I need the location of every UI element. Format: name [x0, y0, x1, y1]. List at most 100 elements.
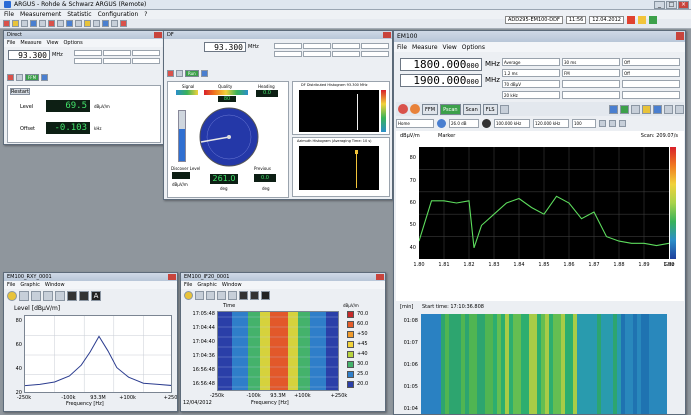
menu-measurement[interactable]: Measurement: [20, 11, 61, 18]
menu-window[interactable]: Window: [222, 282, 242, 288]
window-icon[interactable]: [102, 20, 109, 27]
start-frequency-field[interactable]: 1800.000000: [400, 57, 482, 71]
marker-list-icon[interactable]: [67, 291, 77, 301]
stop-icon[interactable]: [398, 104, 408, 114]
spectrum-icon[interactable]: [620, 104, 629, 114]
param-control[interactable]: [74, 50, 102, 56]
param-control[interactable]: [103, 58, 131, 64]
mode-button[interactable]: Run: [185, 70, 199, 77]
chart-icon[interactable]: [66, 20, 73, 27]
param-select[interactable]: [622, 80, 680, 88]
param-control[interactable]: [361, 43, 389, 49]
frequency-display[interactable]: 93.300: [204, 42, 246, 52]
d-icon[interactable]: [664, 104, 673, 114]
param-control[interactable]: [303, 51, 331, 57]
menu-options[interactable]: Options: [462, 44, 485, 51]
save-icon[interactable]: [41, 74, 49, 81]
zoom-icon[interactable]: [31, 291, 41, 301]
marker-icon[interactable]: [642, 104, 651, 114]
clear-icon[interactable]: [619, 119, 626, 127]
param-control[interactable]: [332, 51, 360, 57]
save-icon[interactable]: [200, 70, 208, 77]
count-select[interactable]: 100: [572, 118, 596, 128]
play-icon[interactable]: [16, 74, 23, 81]
zoom-icon[interactable]: [609, 104, 618, 114]
refresh-icon[interactable]: [93, 20, 100, 27]
step-select[interactable]: 100.000 kHz: [494, 118, 530, 128]
param-control[interactable]: [332, 43, 360, 49]
menu-file[interactable]: File: [7, 40, 15, 46]
maximize-button[interactable]: □: [666, 1, 677, 9]
level-plot[interactable]: [24, 315, 172, 393]
folder-icon[interactable]: [12, 20, 19, 27]
stop-icon[interactable]: [3, 20, 10, 27]
play-icon[interactable]: [176, 70, 183, 77]
close-icon[interactable]: [168, 274, 176, 280]
save-icon[interactable]: [499, 104, 509, 114]
menu-measure[interactable]: Measure: [412, 44, 438, 51]
grid-icon[interactable]: [43, 291, 53, 301]
threshold-select[interactable]: 70 dBµV: [502, 80, 560, 88]
spectrum-plot[interactable]: [419, 147, 669, 259]
statistics-icon[interactable]: [250, 291, 259, 300]
cursor-icon[interactable]: [195, 291, 204, 300]
image-icon[interactable]: [55, 291, 65, 301]
menu-options[interactable]: Options: [64, 40, 83, 46]
cursor-icon[interactable]: [19, 291, 29, 301]
settings-icon[interactable]: [84, 20, 91, 27]
mode-button[interactable]: FFM: [25, 74, 40, 81]
close-icon[interactable]: [383, 32, 391, 38]
mode-scan-button[interactable]: Scan: [462, 103, 481, 115]
menu-statistic[interactable]: Statistic: [67, 11, 91, 18]
param-control[interactable]: [132, 50, 160, 56]
param-select[interactable]: [562, 80, 620, 88]
text-icon[interactable]: [675, 104, 684, 114]
attenuation-select[interactable]: 26.0 dB: [449, 118, 479, 128]
close-icon[interactable]: [154, 32, 162, 38]
bandwidth-select[interactable]: 20 kHz: [502, 91, 560, 99]
close-icon[interactable]: [676, 32, 684, 40]
menu-measure[interactable]: Measure: [20, 40, 41, 46]
squelch-select[interactable]: Off: [622, 58, 680, 66]
menu-file[interactable]: File: [4, 11, 14, 18]
menu-window[interactable]: Window: [45, 282, 65, 288]
afc-select[interactable]: Off: [622, 69, 680, 77]
menu-file[interactable]: File: [7, 282, 15, 288]
param-control[interactable]: [74, 58, 102, 64]
settings-icon[interactable]: [599, 119, 606, 127]
menu-file[interactable]: File: [184, 282, 192, 288]
mode-fls-button[interactable]: FLS: [482, 103, 498, 115]
grid-icon[interactable]: [217, 291, 226, 300]
check-icon[interactable]: [609, 119, 616, 127]
param-select[interactable]: 1.2 ms: [502, 69, 560, 77]
detector-select[interactable]: Average: [502, 58, 560, 66]
statistics-icon[interactable]: [79, 291, 89, 301]
menu-graphic[interactable]: Graphic: [20, 282, 39, 288]
record-icon[interactable]: [7, 74, 14, 81]
print-icon[interactable]: [30, 20, 37, 27]
stop-frequency-field[interactable]: 1900.000000: [400, 73, 482, 87]
menu-configuration[interactable]: Configuration: [98, 11, 139, 18]
zoom-icon[interactable]: [57, 20, 64, 27]
span-icon[interactable]: [482, 118, 491, 128]
save-icon[interactable]: [21, 20, 28, 27]
mode-pscan-button[interactable]: Pscan: [440, 103, 461, 115]
home-select[interactable]: Home: [396, 118, 434, 128]
text-a-icon[interactable]: [261, 291, 270, 300]
frequency-display[interactable]: 93.300: [8, 50, 50, 60]
meas-time-select[interactable]: 30 ms: [562, 58, 620, 66]
menu-help[interactable]: ?: [144, 11, 147, 18]
close-icon[interactable]: [376, 274, 384, 280]
param-select[interactable]: [562, 91, 620, 99]
zoom-icon[interactable]: [206, 291, 215, 300]
param-control[interactable]: [361, 51, 389, 57]
text-a-icon[interactable]: A: [91, 291, 101, 301]
close-button[interactable]: ×: [678, 1, 689, 9]
attenuator-icon[interactable]: [437, 118, 446, 128]
marker-icon[interactable]: [7, 291, 17, 301]
record-icon[interactable]: [167, 70, 174, 77]
restart-button[interactable]: Restart: [10, 88, 30, 95]
minimize-button[interactable]: _: [654, 1, 665, 9]
record-icon[interactable]: [48, 20, 55, 27]
mode-ffm-button[interactable]: FFM: [422, 103, 439, 115]
